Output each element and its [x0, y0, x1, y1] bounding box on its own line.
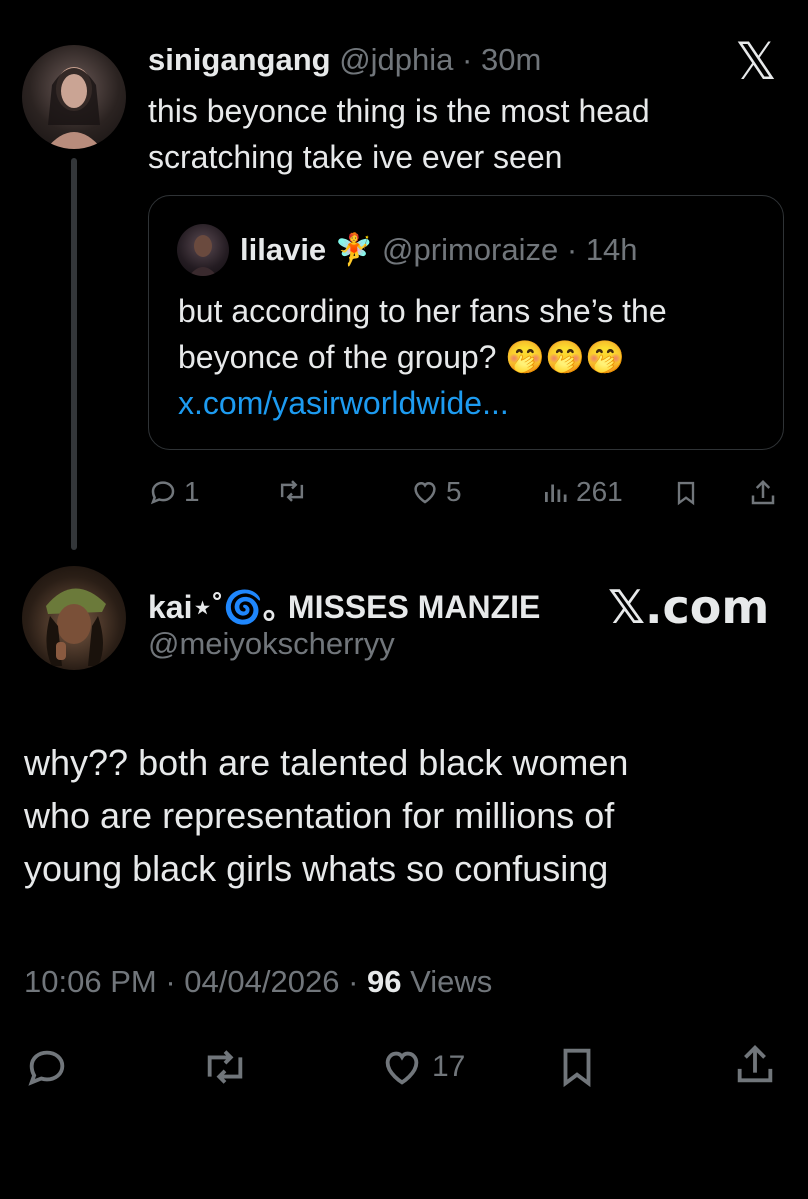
quote-display-name[interactable]: lilavie	[240, 232, 326, 267]
views-label: Views	[410, 964, 493, 999]
reply-text-line: who are representation for millions of	[24, 795, 615, 836]
quote-link[interactable]: x.com/yasirworldwide...	[178, 380, 667, 426]
reply-button[interactable]: 1	[148, 476, 200, 508]
separator: ·	[348, 964, 359, 999]
heart-icon	[410, 477, 440, 507]
reply-text-line: why?? both are talented black women	[24, 742, 629, 783]
quote-header: lilavie 🧚 @primoraize · 14h	[240, 231, 638, 268]
quote-time[interactable]: 14h	[586, 232, 638, 267]
post-text-line: this beyonce thing is the most head	[148, 93, 650, 129]
avatar-kai[interactable]	[22, 566, 126, 670]
separator: ·	[462, 42, 473, 77]
share-button[interactable]	[748, 478, 778, 508]
avatar-lilavie[interactable]	[177, 224, 229, 276]
bookmark-icon	[672, 478, 700, 508]
quote-text-line: beyonce of the group? 🤭🤭🤭	[178, 339, 625, 375]
post-text-line: scratching take ive ever seen	[148, 139, 563, 175]
heart-icon	[378, 1044, 426, 1090]
bookmark-icon	[554, 1044, 600, 1090]
share-icon	[748, 478, 778, 508]
reply-text-line: young black girls whats so confusing	[24, 848, 609, 889]
reply-button[interactable]	[24, 1044, 70, 1090]
like-button[interactable]: 5	[410, 476, 462, 508]
separator: ·	[165, 964, 176, 999]
handle[interactable]: @jdphia	[339, 42, 453, 77]
share-icon	[732, 1042, 778, 1088]
quote-text: but according to her fans she’s the beyo…	[178, 288, 667, 426]
reply-display-name[interactable]: kai⋆˚🌀｡ MISSES MANZIE	[148, 582, 540, 628]
x-logo: 𝕏	[735, 32, 777, 92]
views-count: 96	[367, 964, 402, 999]
fairy-emoji: 🧚	[334, 232, 374, 267]
repost-icon	[200, 1044, 250, 1090]
repost-button[interactable]	[276, 476, 308, 506]
repost-button[interactable]	[200, 1044, 250, 1090]
quote-handle[interactable]: @primoraize	[382, 232, 558, 267]
like-button[interactable]: 17	[378, 1044, 465, 1090]
x-com-watermark: 𝕏.com	[608, 580, 770, 634]
views-count: 261	[576, 476, 623, 507]
reply-icon	[148, 477, 178, 507]
reply-count: 1	[184, 476, 200, 507]
like-count: 17	[432, 1050, 466, 1083]
post-meta: 10:06 PM · 04/04/2026 · 96 Views	[24, 964, 492, 1000]
bookmark-button[interactable]	[672, 478, 700, 508]
post-date[interactable]: 04/04/2026	[184, 964, 339, 999]
reply-handle[interactable]: @meiyokscherryy	[148, 626, 395, 662]
display-name[interactable]: sinigangang	[148, 42, 331, 77]
post-timestamp[interactable]: 10:06 PM	[24, 964, 157, 999]
avatar-sinigangang[interactable]	[22, 45, 126, 149]
thread-line	[71, 158, 77, 550]
reply-text: why?? both are talented black women who …	[24, 736, 628, 895]
repost-icon	[276, 476, 308, 506]
post-time[interactable]: 30m	[481, 42, 541, 77]
views-button[interactable]: 261	[540, 476, 623, 508]
like-count: 5	[446, 476, 462, 507]
views-icon	[540, 477, 570, 507]
separator: ·	[566, 232, 578, 267]
bookmark-button[interactable]	[554, 1044, 600, 1090]
post-text: this beyonce thing is the most head scra…	[148, 88, 650, 180]
reply-icon	[24, 1044, 70, 1090]
quote-text-line: but according to her fans she’s the	[178, 293, 667, 329]
share-button[interactable]	[732, 1042, 778, 1088]
post-header: sinigangang @jdphia · 30m	[148, 42, 541, 78]
